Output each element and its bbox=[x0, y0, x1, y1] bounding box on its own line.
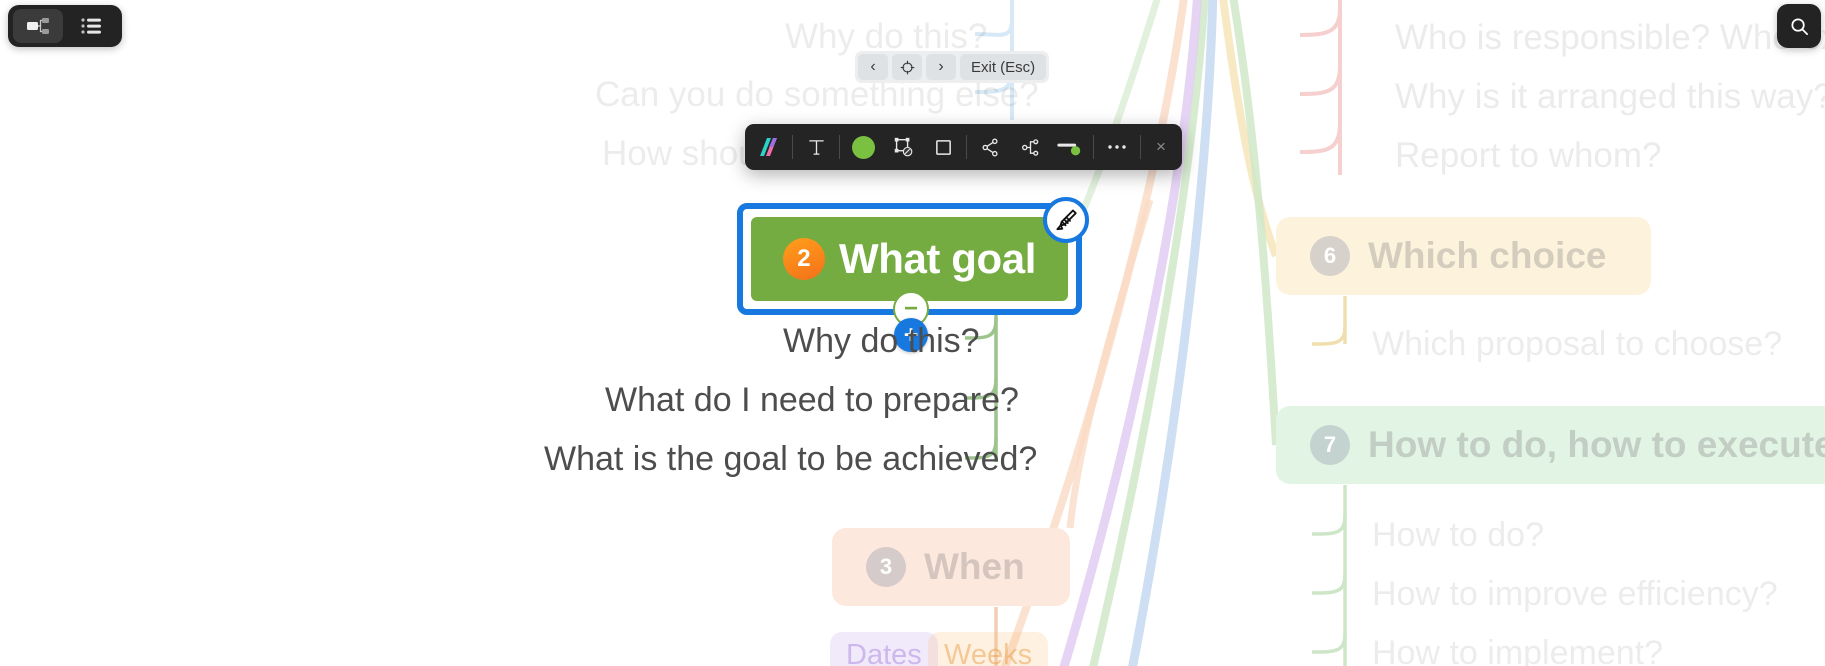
background-node[interactable]: 6 Which choice bbox=[1276, 217, 1651, 295]
node-number-badge: 3 bbox=[866, 547, 906, 587]
node-number-badge: 7 bbox=[1310, 425, 1350, 465]
sidebar-item-mindmap-view[interactable] bbox=[13, 9, 63, 43]
background-child-label: How to do? bbox=[1372, 516, 1544, 554]
branch-structure-tool-button[interactable] bbox=[1010, 128, 1050, 166]
background-child-label: How to improve efficiency? bbox=[1372, 575, 1778, 613]
app-logo-slashes-icon bbox=[749, 128, 789, 166]
crosshair-target-icon[interactable] bbox=[892, 54, 922, 80]
search-button[interactable] bbox=[1777, 4, 1821, 48]
view-mode-switcher[interactable] bbox=[8, 5, 122, 47]
node-title: What goal bbox=[838, 235, 1037, 282]
sidebar-item-outline-view[interactable] bbox=[67, 9, 117, 43]
toolbar-divider bbox=[792, 135, 793, 159]
child-node-label[interactable]: What do I need to prepare? bbox=[605, 381, 1019, 420]
mindmap-canvas[interactable]: Why do this? Can you do something else? Ho… bbox=[0, 0, 1825, 666]
background-node[interactable]: 3 When bbox=[832, 528, 1070, 606]
format-painter-brush-icon[interactable] bbox=[1043, 197, 1089, 243]
focus-navigation-bar[interactable]: ‹ › Exit (Esc) bbox=[855, 51, 1050, 83]
mindmap-icon bbox=[27, 18, 49, 34]
background-child-label: Which proposal to choose? bbox=[1372, 325, 1783, 363]
background-label: Report to whom? bbox=[1395, 136, 1662, 175]
node-tag[interactable]: Dates bbox=[830, 632, 938, 666]
outline-list-icon bbox=[81, 18, 101, 34]
close-toolbar-button[interactable]: × bbox=[1144, 128, 1178, 166]
background-child-label: How to implement? bbox=[1372, 634, 1664, 666]
search-icon bbox=[1790, 17, 1808, 35]
node-format-toolbar[interactable]: × bbox=[745, 124, 1182, 170]
background-node[interactable]: 7 How to do, how to execute bbox=[1276, 406, 1825, 484]
text-tool-button[interactable] bbox=[796, 128, 836, 166]
prev-node-button[interactable]: ‹ bbox=[858, 54, 888, 80]
node-tag[interactable]: Weeks bbox=[928, 632, 1049, 666]
fill-color-swatch-button[interactable] bbox=[843, 128, 883, 166]
node-number-badge: 6 bbox=[1310, 236, 1350, 276]
toolbar-divider bbox=[839, 135, 840, 159]
toolbar-divider bbox=[1140, 135, 1141, 159]
line-style-tool-button[interactable] bbox=[1050, 128, 1090, 166]
node-title: When bbox=[924, 546, 1025, 587]
node-number-badge: 2 bbox=[782, 238, 825, 280]
background-label: Why is it arranged this way? bbox=[1395, 77, 1825, 116]
selected-node-body[interactable]: 2 What goal bbox=[751, 217, 1068, 301]
share-node-tool-button[interactable] bbox=[970, 128, 1010, 166]
child-node-label[interactable]: Why do this? bbox=[783, 322, 980, 361]
more-options-button[interactable] bbox=[1097, 128, 1137, 166]
green-color-dot-icon bbox=[851, 135, 875, 159]
shape-transform-tool-button[interactable] bbox=[883, 128, 923, 166]
exit-focus-button[interactable]: Exit (Esc) bbox=[960, 54, 1047, 80]
next-node-button[interactable]: › bbox=[926, 54, 956, 80]
toolbar-divider bbox=[966, 135, 967, 159]
border-shape-tool-button[interactable] bbox=[923, 128, 963, 166]
background-label: Who is responsible? Who exec bbox=[1395, 18, 1825, 57]
node-title: Which choice bbox=[1368, 235, 1607, 276]
toolbar-divider bbox=[1093, 135, 1094, 159]
child-node-label[interactable]: What is the goal to be achieved? bbox=[544, 440, 1037, 479]
node-title: How to do, how to execute bbox=[1368, 424, 1825, 465]
